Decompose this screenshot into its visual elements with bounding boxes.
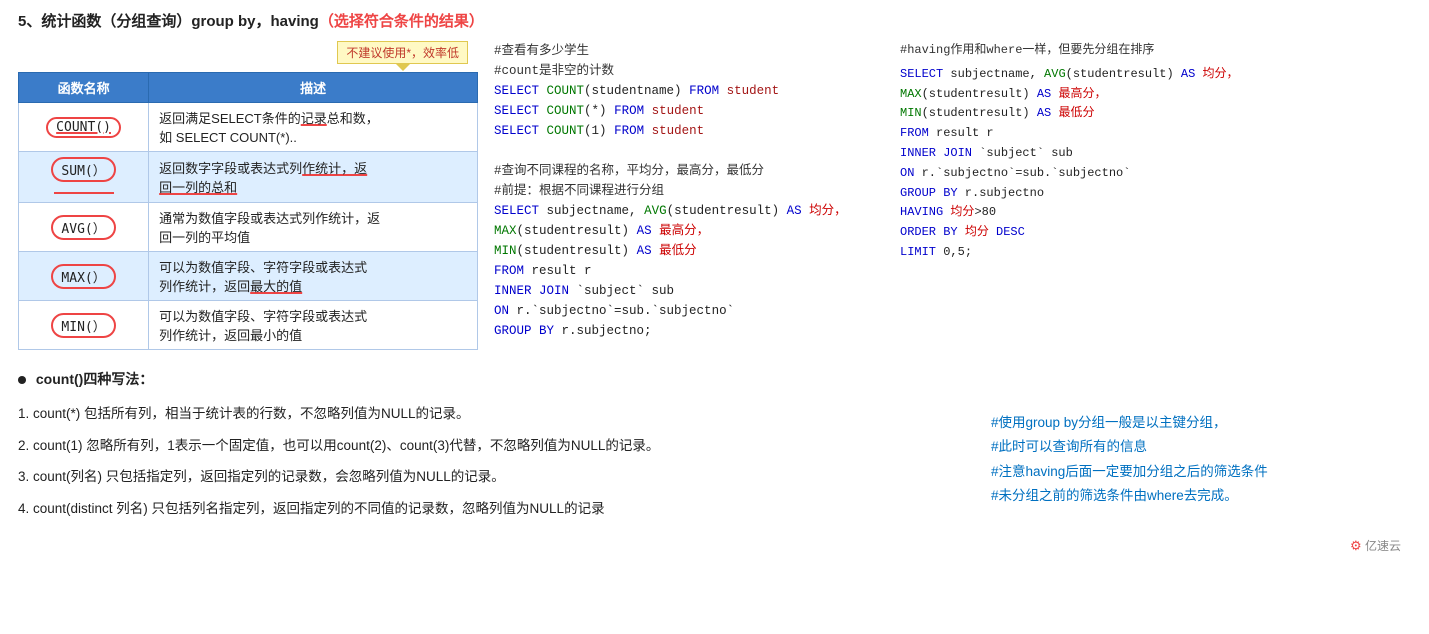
count-right-notes: #使用group by分组一般是以主键分组， #此时可以查询所有的信息 #注意h…: [991, 403, 1411, 529]
table-row: COUNT() 返回满足SELECT条件的记录总和数，如 SELECT COUN…: [19, 103, 478, 152]
func-table-section: 不建议使用*，效率低 函数名称 描述 COUNT() 返回满足SELECT条件的…: [18, 41, 478, 350]
table-row: SUM(） 返回数字字段或表达式列作统计，返回一列的总和: [19, 152, 478, 203]
func-avg-desc: 通常为数值字段或表达式列作统计，返回一列的平均值: [149, 203, 478, 252]
code-comment-2: #count是非空的计数: [494, 61, 884, 81]
table-row: MAX(） 可以为数值字段、字符字段或表达式列作统计，返回最大的值: [19, 252, 478, 301]
having-line-10: LIMIT 0,5;: [900, 243, 1300, 263]
func-count-desc: 返回满足SELECT条件的记录总和数，如 SELECT COUNT(*)..: [149, 103, 478, 152]
code-comment-4: #前提：根据不同课程进行分组: [494, 181, 884, 201]
table-header-name: 函数名称: [19, 73, 149, 103]
func-min-desc: 可以为数值字段、字符字段或表达式列作统计，返回最小的值: [149, 301, 478, 350]
title-highlight: （选择符合条件的结果）: [319, 13, 484, 30]
table-header-desc: 描述: [149, 73, 478, 103]
func-avg-label: AVG(）: [51, 215, 115, 240]
func-min-cell: MIN(）: [19, 301, 149, 350]
code-line-2: SELECT COUNT(*) FROM student: [494, 101, 884, 121]
func-sum-cell: SUM(）: [19, 152, 149, 203]
code-comment-3: #查询不同课程的名称，平均分，最高分，最低分: [494, 161, 884, 181]
middle-code-section: #查看有多少学生 #count是非空的计数 SELECT COUNT(stude…: [494, 41, 884, 351]
func-avg-cell: AVG(）: [19, 203, 149, 252]
func-sum-label: SUM(）: [51, 157, 115, 182]
having-line-6: ON r.`subjectno`=sub.`subjectno`: [900, 164, 1300, 184]
code-line-1: SELECT COUNT(studentname) FROM student: [494, 81, 884, 101]
count-left: 1. count(*) 包括所有列，相当于统计表的行数，不忽略列值为NULL的记…: [18, 403, 991, 529]
having-line-5: INNER JOIN `subject` sub: [900, 144, 1300, 164]
note-line-2: #此时可以查询所有的信息: [991, 435, 1411, 459]
note-line-1: #使用group by分组一般是以主键分组，: [991, 411, 1411, 435]
count-item-3: 3. count(列名) 只包括指定列，返回指定列的记录数，会忽略列值为NULL…: [18, 466, 961, 488]
func-max-label: MAX(）: [51, 264, 115, 289]
func-max-cell: MAX(）: [19, 252, 149, 301]
warning-banner: 不建议使用*，效率低: [18, 41, 478, 64]
having-line-9: ORDER BY 均分 DESC: [900, 223, 1300, 243]
code-section-1: #查看有多少学生 #count是非空的计数 SELECT COUNT(stude…: [494, 41, 884, 141]
code-comment-1: #查看有多少学生: [494, 41, 884, 61]
func-count-label: COUNT(): [46, 117, 121, 138]
count-item-4: 4. count(distinct 列名) 只包括列名指定列，返回指定列的不同值…: [18, 498, 961, 520]
having-line-1: SELECT subjectname, AVG(studentresult) A…: [900, 65, 1300, 85]
having-line-3: MIN(studentresult) AS 最低分: [900, 104, 1300, 124]
having-line-7: GROUP BY r.subjectno: [900, 184, 1300, 204]
bullet-dot: [18, 376, 26, 384]
code-line-9: ON r.`subjectno`=sub.`subjectno`: [494, 301, 884, 321]
warning-text: 不建议使用*，效率低: [346, 46, 459, 60]
bullet-title: count()四种写法：: [18, 369, 1411, 389]
func-count-cell: COUNT(): [19, 103, 149, 152]
note-line-3: #注意having后面一定要加分组之后的筛选条件: [991, 460, 1411, 484]
bottom-section: count()四种写法： 1. count(*) 包括所有列，相当于统计表的行数…: [18, 369, 1411, 529]
table-row: MIN(） 可以为数值字段、字符字段或表达式列作统计，返回最小的值: [19, 301, 478, 350]
code-line-7: FROM result r: [494, 261, 884, 281]
code-line-10: GROUP BY r.subjectno;: [494, 321, 884, 341]
title-main: 5、统计函数（分组查询）group by，having: [18, 13, 319, 30]
page-title: 5、统计函数（分组查询）group by，having（选择符合条件的结果）: [18, 10, 1411, 31]
count-items: 1. count(*) 包括所有列，相当于统计表的行数，不忽略列值为NULL的记…: [18, 403, 1411, 529]
count-item-1: 1. count(*) 包括所有列，相当于统计表的行数，不忽略列值为NULL的记…: [18, 403, 961, 425]
code-line-6: MIN(studentresult) AS 最低分: [494, 241, 884, 261]
logo-icon: ⚙: [1350, 538, 1362, 553]
table-row: AVG(） 通常为数值字段或表达式列作统计，返回一列的平均值: [19, 203, 478, 252]
code-line-8: INNER JOIN `subject` sub: [494, 281, 884, 301]
func-sum-desc: 返回数字字段或表达式列作统计，返回一列的总和: [149, 152, 478, 203]
count-item-2: 2. count(1) 忽略所有列，1表示一个固定值，也可以用count(2)、…: [18, 435, 961, 457]
note-line-4: #未分组之前的筛选条件由where去完成。: [991, 484, 1411, 508]
right-code-section: #having作用和where一样，但要先分组在排序 SELECT subjec…: [900, 41, 1300, 263]
bullet-title-text: count()四种写法：: [36, 371, 153, 387]
having-line-8: HAVING 均分>80: [900, 203, 1300, 223]
having-line-2: MAX(studentresult) AS 最高分，: [900, 85, 1300, 105]
having-line-4: FROM result r: [900, 124, 1300, 144]
code-section-2: #查询不同课程的名称，平均分，最高分，最低分 #前提：根据不同课程进行分组 SE…: [494, 161, 884, 341]
code-line-5: MAX(studentresult) AS 最高分，: [494, 221, 884, 241]
having-comment: #having作用和where一样，但要先分组在排序: [900, 41, 1300, 61]
warning-box: 不建议使用*，效率低: [337, 41, 468, 64]
func-max-desc: 可以为数值字段、字符字段或表达式列作统计，返回最大的值: [149, 252, 478, 301]
logo-text: 亿速云: [1365, 539, 1401, 553]
logo-area: ⚙ 亿速云: [18, 537, 1411, 554]
func-min-label: MIN(）: [51, 313, 115, 338]
functions-table: 函数名称 描述 COUNT() 返回满足SELECT条件的记录总和数，如 SEL…: [18, 72, 478, 350]
code-line-3: SELECT COUNT(1) FROM student: [494, 121, 884, 141]
code-line-4: SELECT subjectname, AVG(studentresult) A…: [494, 201, 884, 221]
